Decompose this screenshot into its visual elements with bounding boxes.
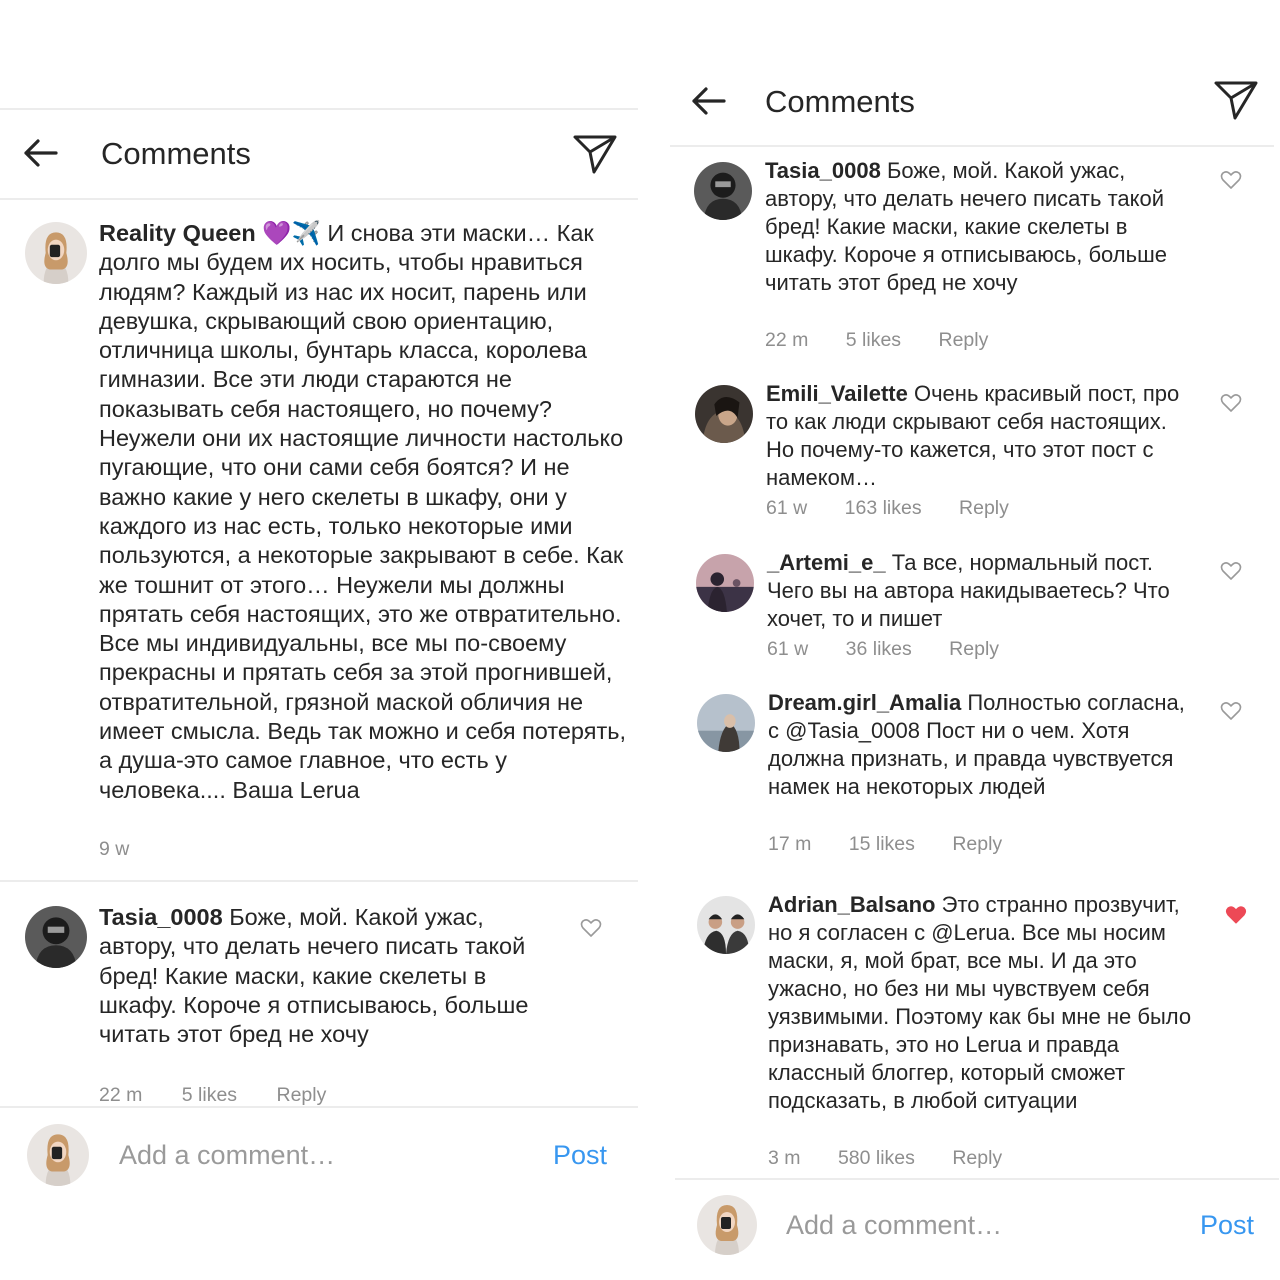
comment-meta: 61 w 36 likes Reply bbox=[767, 638, 999, 661]
comment-text: Emili_Vailette Очень красивый пост, про … bbox=[766, 380, 1196, 492]
avatar[interactable] bbox=[696, 554, 754, 612]
comment-meta: 22 m 5 likes Reply bbox=[765, 329, 988, 352]
avatar[interactable] bbox=[694, 162, 752, 220]
like-count[interactable]: 5 likes bbox=[846, 329, 901, 352]
input-divider bbox=[675, 1178, 1279, 1180]
caption-meta: 9 w bbox=[99, 838, 129, 861]
comment-text: Tasia_0008 Боже, мой. Какой ужас, автору… bbox=[99, 903, 529, 1049]
avatar[interactable] bbox=[695, 385, 753, 443]
comment-meta: 61 w 163 likes Reply bbox=[766, 497, 1009, 520]
comment-time: 3 m bbox=[768, 1147, 801, 1169]
post-button[interactable]: Post bbox=[1200, 1210, 1254, 1241]
comment-time: 22 m bbox=[99, 1084, 143, 1106]
username[interactable]: Adrian_Balsano bbox=[768, 892, 936, 917]
paper-plane-icon[interactable] bbox=[572, 133, 618, 175]
comment-meta: 3 m 580 likes Reply bbox=[768, 1147, 1002, 1170]
comment-text: Tasia_0008 Боже, мой. Какой ужас, автору… bbox=[765, 157, 1185, 297]
like-count[interactable]: 163 likes bbox=[845, 497, 922, 520]
username[interactable]: Tasia_0008 bbox=[99, 904, 223, 930]
purple-heart-icon: 💜 bbox=[262, 220, 292, 246]
comment-input[interactable]: Add a comment… bbox=[786, 1210, 1002, 1241]
comment-body: И снова эти маски… Как долго мы будем их… bbox=[99, 220, 626, 803]
like-count[interactable]: 36 likes bbox=[846, 638, 912, 661]
username[interactable]: Dream.girl_Amalia bbox=[768, 690, 961, 715]
comment-input[interactable]: Add a comment… bbox=[119, 1140, 335, 1171]
reply-button[interactable]: Reply bbox=[952, 833, 1002, 856]
paper-plane-icon[interactable] bbox=[1213, 79, 1259, 121]
reply-button[interactable]: Reply bbox=[959, 497, 1009, 520]
like-count[interactable]: 5 likes bbox=[182, 1084, 237, 1107]
avatar bbox=[27, 1124, 89, 1186]
page-title: Comments bbox=[101, 136, 251, 171]
post-button[interactable]: Post bbox=[553, 1140, 607, 1171]
header-divider bbox=[670, 145, 1274, 147]
comment-time: 22 m bbox=[765, 329, 809, 351]
left-screen: Comments Reality Queen 💜✈️ И снова эти м… bbox=[0, 0, 640, 1280]
status-divider bbox=[0, 108, 638, 110]
reply-button[interactable]: Reply bbox=[949, 638, 999, 661]
caption-divider bbox=[0, 880, 638, 882]
avatar[interactable] bbox=[25, 906, 87, 968]
comment-text: _Artemi_e_ Та все, нормальный пост. Чего… bbox=[767, 549, 1197, 633]
heart-outline-icon[interactable] bbox=[1220, 170, 1242, 190]
avatar[interactable] bbox=[697, 694, 755, 752]
input-divider bbox=[0, 1106, 638, 1108]
reply-button[interactable]: Reply bbox=[938, 329, 988, 352]
comment-meta: 17 m 15 likes Reply bbox=[768, 833, 1002, 856]
like-count[interactable]: 15 likes bbox=[849, 833, 915, 856]
page-title: Comments bbox=[765, 84, 915, 119]
comment-time: 61 w bbox=[766, 497, 808, 519]
reply-button[interactable]: Reply bbox=[276, 1084, 326, 1107]
comment-time: 17 m bbox=[768, 833, 812, 855]
heart-outline-icon[interactable] bbox=[1220, 561, 1242, 581]
like-count[interactable]: 580 likes bbox=[838, 1147, 915, 1170]
comment-body: Это странно прозвучит, но я согласен с @… bbox=[768, 892, 1192, 1113]
username[interactable]: Tasia_0008 bbox=[765, 158, 881, 183]
heart-outline-icon[interactable] bbox=[1220, 701, 1242, 721]
avatar bbox=[697, 1195, 757, 1255]
username[interactable]: _Artemi_e_ bbox=[767, 550, 886, 575]
comment-text: Dream.girl_Amalia Полностью согласна, с … bbox=[768, 689, 1198, 801]
airplane-icon: ✈️ bbox=[291, 220, 321, 246]
comment-text: Adrian_Balsano Это странно прозвучит, но… bbox=[768, 891, 1198, 1115]
comment-meta: 22 m 5 likes Reply bbox=[99, 1084, 326, 1107]
avatar[interactable] bbox=[697, 896, 755, 954]
right-screen: Comments Tasia_0008 Боже, мой. Какой ужа… bbox=[670, 0, 1280, 1280]
heart-filled-icon[interactable] bbox=[1225, 905, 1247, 925]
caption-text: Reality Queen 💜✈️ И снова эти маски… Как… bbox=[99, 219, 639, 805]
comment-time: 9 w bbox=[99, 838, 130, 860]
comment-time: 61 w bbox=[767, 638, 809, 660]
arrow-left-icon[interactable] bbox=[690, 86, 726, 116]
heart-outline-icon[interactable] bbox=[580, 918, 602, 938]
avatar[interactable] bbox=[25, 222, 87, 284]
username[interactable]: Reality Queen bbox=[99, 220, 256, 246]
reply-button[interactable]: Reply bbox=[952, 1147, 1002, 1170]
arrow-left-icon[interactable] bbox=[22, 138, 58, 168]
heart-outline-icon[interactable] bbox=[1220, 393, 1242, 413]
header-divider bbox=[0, 198, 638, 200]
username[interactable]: Emili_Vailette bbox=[766, 381, 908, 406]
